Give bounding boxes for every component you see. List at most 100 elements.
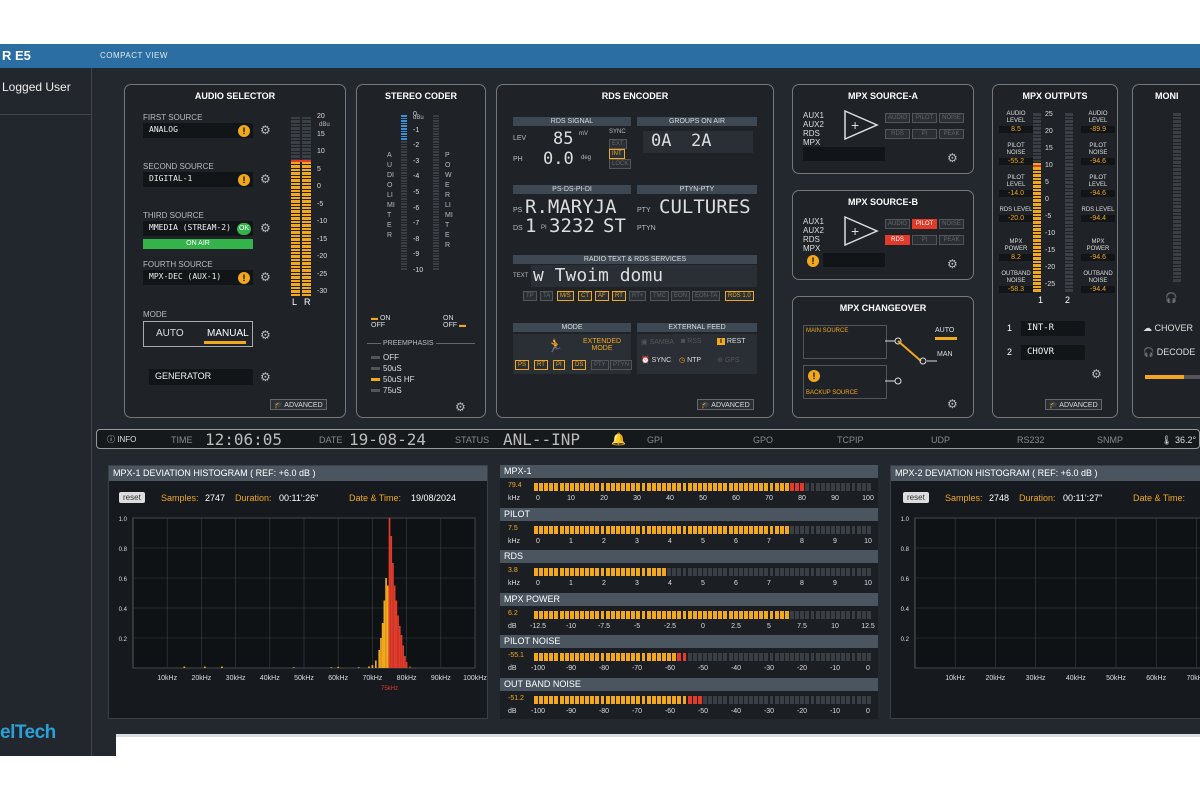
mpx-source-button[interactable]: PILOT [912, 113, 937, 123]
mpx-source-button[interactable]: RDS [885, 129, 910, 139]
sync-int-button[interactable]: INT [609, 149, 625, 159]
meter-bar-segment [574, 483, 579, 491]
rds-service-button[interactable]: TMC [650, 291, 669, 301]
output-metric: OUTBAND NOISE -94.4 [1081, 271, 1115, 293]
meter-bar-segment [595, 610, 600, 619]
rds-service-button[interactable]: CT [578, 291, 592, 301]
mode-settings-gear-icon[interactable]: ⚙ [260, 328, 271, 342]
rds-service-button[interactable]: EON [671, 291, 691, 301]
audio-limiter-switch[interactable]: ▬ ON OFF [371, 315, 390, 329]
rds-service-button[interactable]: EON-TA [692, 291, 721, 301]
generator-box[interactable]: GENERATOR [149, 369, 253, 385]
sync-ext-button[interactable]: EXT [609, 139, 627, 149]
meter-bar-segment [708, 568, 713, 576]
mpx-source-button[interactable]: AUDIO [885, 219, 910, 229]
rds-service-button[interactable]: AF [595, 291, 609, 301]
mpx-source-button[interactable]: PI [912, 235, 937, 245]
output-metric-value: 8.2 [999, 254, 1033, 261]
meter-segment [1033, 177, 1041, 181]
mpx-source-button[interactable]: PEAK [939, 129, 964, 139]
generator-gear-icon[interactable]: ⚙ [260, 370, 271, 384]
meter-value: -55.1 [508, 652, 524, 659]
rds-advanced-button[interactable]: 🎓 ADVANCED [697, 399, 754, 410]
source-value[interactable]: ANALOG [143, 123, 253, 138]
outputs-gear-icon[interactable]: ⚙ [1091, 367, 1102, 381]
audio-limiter-segment [401, 193, 407, 195]
meter-segment [291, 224, 300, 227]
meter-bar-segment [615, 483, 620, 491]
mode-manual-option[interactable]: MANUAL [207, 328, 249, 339]
source-b-status-box [823, 253, 885, 267]
meter-bar-segment [580, 568, 584, 576]
meter-tick: 4 [668, 580, 672, 587]
meter-segment [1033, 127, 1041, 130]
compact-view-link[interactable]: COMPACT VIEW [100, 51, 168, 60]
meter-segment [302, 141, 311, 144]
outputs-advanced-button[interactable]: 🎓 ADVANCED [1045, 399, 1102, 410]
rds-service-button[interactable]: M/S [557, 291, 574, 301]
mode-label: MODE [143, 310, 167, 319]
meter-tick: 9 [833, 537, 837, 545]
mpx-source-button[interactable]: PILOT [912, 219, 937, 229]
meter-segment [1065, 206, 1073, 210]
source-gear-icon[interactable]: ⚙ [260, 270, 271, 284]
monitor-decode[interactable]: 🎧 DECODE [1143, 347, 1195, 358]
rds-service-button[interactable]: TA [540, 291, 554, 301]
source-a-gear-icon[interactable]: ⚙ [947, 151, 958, 165]
rds-service-button[interactable]: RT [612, 291, 626, 301]
monitor-chover[interactable]: ☁ CHOVER [1143, 323, 1193, 334]
source-gear-icon[interactable]: ⚙ [260, 221, 271, 235]
mpx-source-button[interactable]: NOISE [939, 219, 964, 229]
meter-bar-segment [749, 695, 753, 704]
meter-bar-segment [539, 525, 544, 534]
audio-selector-advanced-button[interactable]: 🎓 ADVANCED [270, 399, 327, 410]
histogram-bar [404, 656, 406, 668]
meter-segment [1065, 203, 1073, 206]
preemphasis-option[interactable]: 50uS [371, 364, 471, 375]
output-1-source[interactable]: INT-R [1021, 321, 1085, 336]
changeover-gear-icon[interactable]: ⚙ [947, 397, 958, 411]
rds-service-button[interactable]: TP [523, 291, 537, 301]
power-limiter-switch[interactable]: ON OFF ▬ [443, 315, 466, 329]
rds-service-button[interactable]: RDS 1.0 [725, 291, 754, 301]
mpx-source-button[interactable]: RDS [885, 235, 910, 245]
alarm-bell-icon[interactable]: 🔔 [611, 432, 626, 446]
meter-segment [302, 175, 311, 179]
source-b-gear-icon[interactable]: ⚙ [947, 257, 958, 271]
output-scale-tick: -10 [1045, 230, 1056, 237]
output-2-source[interactable]: CHOVR [1021, 345, 1085, 360]
source-value[interactable]: MPX-DEC (AUX-1) [143, 270, 253, 285]
changeover-switch-icon[interactable] [885, 337, 937, 387]
rds-service-button[interactable]: RT+ [629, 291, 647, 301]
scale-tick: 0 [317, 183, 321, 190]
meter-bar-segment [662, 525, 666, 534]
preemphasis-option[interactable]: 75uS [371, 386, 471, 397]
preemphasis-option[interactable]: 50uS HF [371, 375, 471, 386]
stereo-coder-gear-icon[interactable]: ⚙ [455, 400, 466, 414]
preemphasis-label: PREEMPHASIS [381, 340, 436, 347]
source-gear-icon[interactable]: ⚙ [260, 123, 271, 137]
mpx-source-button[interactable]: AUDIO [885, 113, 910, 123]
man-label[interactable]: MAN [937, 351, 953, 358]
hist1-reset-button[interactable]: reset [119, 492, 145, 503]
mpx-source-button[interactable]: PEAK [939, 235, 964, 245]
preemphasis-option[interactable]: OFF [371, 353, 471, 364]
info-button[interactable]: ⓘ INFO [107, 434, 136, 445]
meter-segment [1033, 253, 1041, 256]
source-gear-icon[interactable]: ⚙ [260, 172, 271, 186]
hist2-reset-button[interactable]: reset [903, 492, 929, 503]
meter-bar-segment [667, 653, 672, 661]
meter-segment [1065, 185, 1073, 188]
meter-segment [1033, 235, 1041, 238]
source-value[interactable]: DIGITAL-1 [143, 172, 253, 187]
mpx-source-button[interactable]: PI [912, 129, 937, 139]
logged-user[interactable]: Logged User [2, 80, 71, 94]
auto-label[interactable]: AUTO [935, 327, 954, 334]
monitor-volume-slider[interactable] [1145, 375, 1200, 379]
audio-limiter-segment [401, 164, 407, 166]
mpx-source-button[interactable]: NOISE [939, 113, 964, 123]
meter-bar-segment [810, 525, 815, 534]
meter-bar-segment [692, 653, 697, 661]
power-limiter-segment [433, 258, 439, 260]
mode-auto-option[interactable]: AUTO [156, 328, 184, 339]
